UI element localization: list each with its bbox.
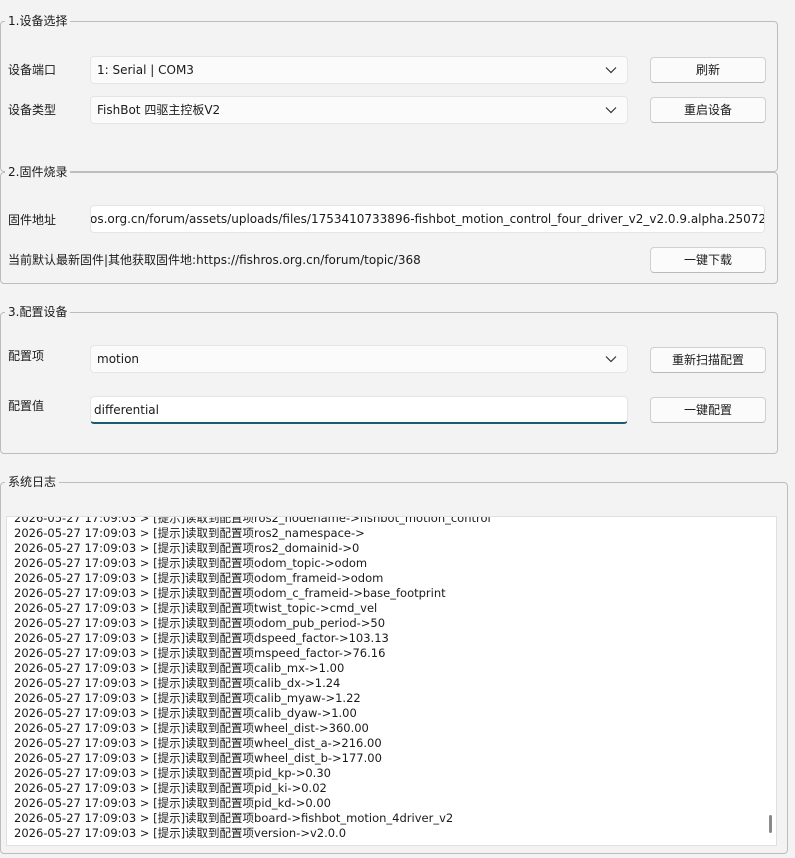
port-combobox[interactable]: 1: Serial | COM3 <box>90 56 628 84</box>
device-type-label: 设备类型 <box>8 103 57 117</box>
log-line: 2026-05-27 17:09:03 > [提示]读取到配置项odom_c_f… <box>14 586 446 600</box>
log-line: 2026-05-27 17:09:03 > [提示]读取到配置项board->f… <box>14 811 454 825</box>
log-lines: 2026-05-27 17:09:03 > [提示]读取到配置项ros2_nod… <box>14 516 762 841</box>
config-item-value: motion <box>97 352 140 366</box>
restart-device-button[interactable]: 重启设备 <box>650 97 766 123</box>
firmware-url-input[interactable]: os.org.cn/forum/assets/uploads/files/175… <box>90 205 765 233</box>
firmware-legend: 2.固件烧录 <box>5 164 71 180</box>
log-line: 2026-05-27 17:09:03 > [提示]读取到配置项calib_dx… <box>14 676 341 690</box>
log-textarea[interactable]: 2026-05-27 17:09:03 > [提示]读取到配置项ros2_nod… <box>6 516 777 846</box>
download-button[interactable]: 一键下载 <box>650 247 766 273</box>
config-item-label: 配置项 <box>8 349 45 363</box>
config-item-combobox[interactable]: motion <box>90 345 628 373</box>
chevron-down-icon <box>605 63 617 77</box>
firmware-hint-text: 当前默认最新固件|其他获取固件地:https://fishros.org.cn/… <box>8 253 421 267</box>
log-line: 2026-05-27 17:09:03 > [提示]读取到配置项ros2_nod… <box>14 516 491 525</box>
log-legend: 系统日志 <box>5 474 60 490</box>
device-type-value: FishBot 四驱主控板V2 <box>97 103 221 117</box>
device-select-legend: 1.设备选择 <box>5 13 71 29</box>
log-line: 2026-05-27 17:09:03 > [提示]读取到配置项version-… <box>14 826 347 840</box>
rescan-config-button[interactable]: 重新扫描配置 <box>650 347 766 373</box>
log-line: 2026-05-27 17:09:03 > [提示]读取到配置项pid_kp->… <box>14 766 331 780</box>
log-line: 2026-05-27 17:09:03 > [提示]读取到配置项mspeed_f… <box>14 646 386 660</box>
config-group: 3.配置设备 <box>0 304 778 454</box>
log-line: 2026-05-27 17:09:03 > [提示]读取到配置项pid_ki->… <box>14 781 327 795</box>
log-line: 2026-05-27 17:09:03 > [提示]读取到配置项ros2_nam… <box>14 526 365 540</box>
log-line: 2026-05-27 17:09:03 > [提示]读取到配置项calib_my… <box>14 691 361 705</box>
port-label: 设备端口 <box>8 63 57 77</box>
port-value: 1: Serial | COM3 <box>97 63 194 77</box>
config-legend: 3.配置设备 <box>5 304 71 320</box>
log-line: 2026-05-27 17:09:03 > [提示]读取到配置项wheel_di… <box>14 721 369 735</box>
log-line: 2026-05-27 17:09:03 > [提示]读取到配置项dspeed_f… <box>14 631 389 645</box>
device-type-combobox[interactable]: FishBot 四驱主控板V2 <box>90 96 628 124</box>
log-line: 2026-05-27 17:09:03 > [提示]读取到配置项calib_dy… <box>14 706 357 720</box>
log-line: 2026-05-27 17:09:03 > [提示]读取到配置项odom_pub… <box>14 616 386 630</box>
firmware-url-value: os.org.cn/forum/assets/uploads/files/175… <box>90 212 765 226</box>
config-value-value: differential <box>94 403 159 417</box>
log-line: 2026-05-27 17:09:03 > [提示]读取到配置项pid_kd->… <box>14 796 331 810</box>
log-line: 2026-05-27 17:09:03 > [提示]读取到配置项odom_fra… <box>14 571 384 585</box>
refresh-button[interactable]: 刷新 <box>650 57 766 83</box>
chevron-down-icon <box>605 103 617 117</box>
log-line: 2026-05-27 17:09:03 > [提示]读取到配置项wheel_di… <box>14 736 382 750</box>
log-line: 2026-05-27 17:09:03 > [提示]读取到配置项ros2_dom… <box>14 541 360 555</box>
apply-config-button[interactable]: 一键配置 <box>650 397 766 423</box>
chevron-down-icon <box>605 352 617 366</box>
log-line: 2026-05-27 17:09:03 > [提示]读取到配置项calib_mx… <box>14 661 345 675</box>
firmware-url-label: 固件地址 <box>8 213 57 227</box>
config-value-input[interactable]: differential <box>90 396 628 424</box>
config-value-label: 配置值 <box>8 399 45 413</box>
log-line: 2026-05-27 17:09:03 > [提示]读取到配置项odom_top… <box>14 556 368 570</box>
log-line: 2026-05-27 17:09:03 > [提示]读取到配置项wheel_di… <box>14 751 382 765</box>
log-scrollbar-thumb[interactable] <box>769 815 772 833</box>
log-line: 2026-05-27 17:09:03 > [提示]读取到配置项twist_to… <box>14 601 378 615</box>
